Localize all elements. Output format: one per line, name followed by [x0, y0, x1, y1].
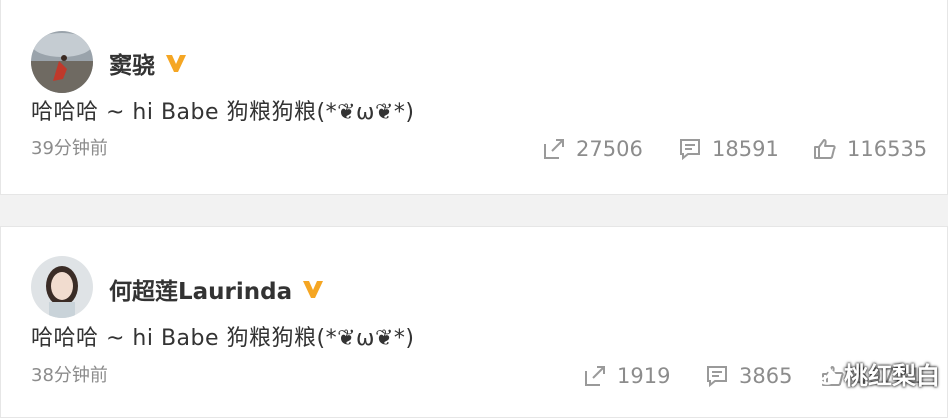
repost-button[interactable]: 1919	[583, 364, 670, 388]
like-count: 116535	[847, 137, 928, 161]
comment-count: 18591	[712, 137, 779, 161]
comment-icon	[707, 366, 727, 388]
repost-icon	[585, 366, 605, 386]
author-name-text[interactable]: 窦骁	[109, 46, 155, 80]
post-content: 哈哈哈 ~ hi Babe 狗粮狗粮(*❦ω❦*)	[31, 100, 415, 125]
author-name[interactable]: 窦骁	[109, 46, 187, 80]
thumbs-up-icon	[814, 139, 836, 159]
repost-button[interactable]: 27506	[542, 137, 643, 161]
comment-button[interactable]: 3865	[705, 364, 792, 388]
verified-badge-icon	[166, 55, 186, 72]
repost-count: 1919	[617, 364, 671, 388]
repost-count: 27506	[576, 137, 643, 161]
post-content: 哈哈哈 ~ hi Babe 狗粮狗粮(*❦ω❦*)	[31, 326, 415, 351]
author-name-text[interactable]: 何超莲Laurinda	[109, 272, 292, 306]
comment-button[interactable]: 18591	[678, 137, 779, 161]
post-time[interactable]: 39分钟前	[31, 134, 108, 160]
post-time[interactable]: 38分钟前	[31, 361, 108, 387]
comment-count: 3865	[739, 364, 793, 388]
avatar[interactable]	[31, 256, 93, 318]
wechat-icon	[808, 361, 837, 385]
repost-icon	[544, 139, 564, 159]
avatar[interactable]	[31, 31, 93, 93]
weibo-post-card: 何超莲Laurinda 哈哈哈 ~ hi Babe 狗粮狗粮(*❦ω❦*) 38…	[0, 226, 948, 418]
author-name[interactable]: 何超莲Laurinda	[109, 272, 324, 306]
comment-icon	[680, 139, 700, 161]
watermark-text: 桃红梨白	[844, 362, 940, 390]
watermark: 桃红梨白	[808, 356, 940, 391]
weibo-post-card: 窦骁 哈哈哈 ~ hi Babe 狗粮狗粮(*❦ω❦*) 39分钟前 27506…	[0, 0, 948, 195]
verified-badge-icon	[303, 281, 324, 298]
like-button[interactable]: 116535	[813, 137, 927, 161]
